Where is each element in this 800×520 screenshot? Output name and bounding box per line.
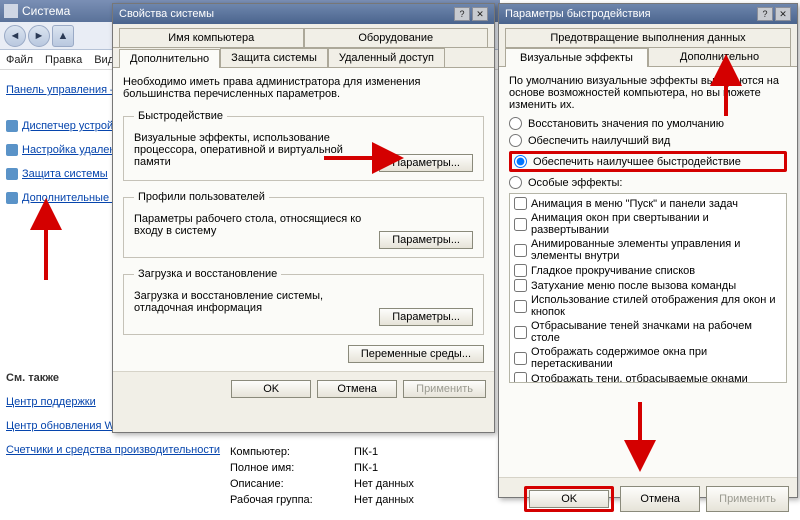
close-button[interactable]: ✕ (472, 7, 488, 21)
shield-icon (6, 192, 18, 204)
effect-checkbox-row[interactable]: Анимированные элементы управления и элем… (512, 237, 784, 263)
up-button[interactable]: ▲ (52, 25, 74, 47)
system-icon (4, 4, 18, 18)
tab-computer-name[interactable]: Имя компьютера (119, 28, 304, 47)
effect-label: Затухание меню после вызова команды (531, 280, 736, 292)
performance-legend: Быстродействие (134, 110, 227, 122)
effect-label: Анимация окон при свертывании и разверты… (531, 212, 782, 236)
menu-edit[interactable]: Правка (45, 54, 82, 66)
effect-label: Отображать содержимое окна при перетаски… (531, 346, 782, 370)
performance-settings-button[interactable]: Параметры... (379, 154, 473, 172)
radio-best-performance[interactable]: Обеспечить наилучшее быстродействие (509, 151, 787, 172)
ok-button[interactable]: OK (231, 380, 311, 398)
tab-visual-effects[interactable]: Визуальные эффекты (505, 48, 648, 67)
cancel-button[interactable]: Отмена (317, 380, 397, 398)
effect-checkbox-row[interactable]: Отображать тени, отбрасываемые окнами (512, 371, 784, 383)
forward-button[interactable]: ► (28, 25, 50, 47)
help-button[interactable]: ? (757, 7, 773, 21)
effect-label: Гладкое прокручивание списков (531, 265, 695, 277)
effect-checkbox-row[interactable]: Анимация в меню "Пуск" и панели задач (512, 196, 784, 211)
arrow-annotation-params (322, 148, 392, 171)
effect-checkbox-row[interactable]: Отбрасывание теней значками на рабочем с… (512, 319, 784, 345)
sysprops-title: Свойства системы (119, 8, 214, 20)
help-button[interactable]: ? (454, 7, 470, 21)
perf-titlebar: Параметры быстродействия ?✕ (499, 4, 797, 24)
effect-checkbox[interactable] (514, 197, 527, 210)
radio-restore-defaults[interactable]: Восстановить значения по умолчанию (509, 117, 787, 130)
radio-custom[interactable]: Особые эффекты: (509, 176, 787, 189)
effect-label: Анимированные элементы управления и элем… (531, 238, 782, 262)
close-button[interactable]: ✕ (775, 7, 791, 21)
tab-advanced[interactable]: Дополнительно (119, 49, 220, 68)
effect-checkbox-row[interactable]: Затухание меню после вызова команды (512, 278, 784, 293)
info-value: ПК-1 (354, 462, 378, 474)
system-info: Компьютер: ПК-1 Полное имя: ПК-1 Описание:… (230, 442, 414, 506)
tab-hardware[interactable]: Оборудование (304, 28, 489, 47)
info-label: Компьютер: (230, 446, 340, 458)
effect-checkbox[interactable] (514, 326, 527, 339)
startup-group: Загрузка и восстановление Загрузка и вос… (123, 268, 484, 335)
info-label: Полное имя: (230, 462, 340, 474)
profiles-settings-button[interactable]: Параметры... (379, 231, 473, 249)
effect-label: Анимация в меню "Пуск" и панели задач (531, 198, 738, 210)
effect-checkbox[interactable] (514, 300, 527, 313)
apply-button[interactable]: Применить (706, 486, 789, 512)
perf-intro: По умолчанию визуальные эффекты выбирают… (509, 75, 787, 111)
info-value: Нет данных (354, 494, 414, 506)
effect-checkbox[interactable] (514, 244, 527, 257)
perf-tabs: Предотвращение выполнения данных Визуаль… (499, 24, 797, 67)
cancel-button[interactable]: Отмена (620, 486, 700, 512)
cp-title: Система (22, 4, 70, 18)
effect-checkbox[interactable] (514, 372, 527, 383)
effects-checklist[interactable]: Анимация в меню "Пуск" и панели задач Ани… (509, 193, 787, 383)
arrow-annotation-tab (716, 68, 736, 121)
arrow-annotation-ok (630, 400, 650, 463)
info-value: ПК-1 (354, 446, 378, 458)
shield-icon (6, 168, 18, 180)
profiles-group: Профили пользователей Параметры рабочего… (123, 191, 484, 258)
shield-icon (6, 144, 18, 156)
tab-protection[interactable]: Защита системы (220, 48, 328, 67)
startup-settings-button[interactable]: Параметры... (379, 308, 473, 326)
info-label: Описание: (230, 478, 340, 490)
radio-best-appearance[interactable]: Обеспечить наилучший вид (509, 134, 787, 147)
effect-checkbox[interactable] (514, 352, 527, 365)
admin-note: Необходимо иметь права администратора дл… (123, 76, 484, 100)
effect-checkbox[interactable] (514, 264, 527, 277)
shield-icon (6, 120, 18, 132)
profiles-legend: Профили пользователей (134, 191, 269, 203)
info-value: Нет данных (354, 478, 414, 490)
performance-group: Быстродействие Визуальные эффекты, испол… (123, 110, 484, 181)
info-label: Рабочая группа: (230, 494, 340, 506)
back-button[interactable]: ◄ (4, 25, 26, 47)
effect-label: Отбрасывание теней значками на рабочем с… (531, 320, 782, 344)
sysprops-body: Необходимо иметь права администратора дл… (113, 68, 494, 371)
startup-legend: Загрузка и восстановление (134, 268, 281, 280)
effect-checkbox[interactable] (514, 218, 527, 231)
perf-buttons: OK Отмена Применить (499, 477, 797, 520)
effect-label: Использование стилей отображения для око… (531, 294, 782, 318)
sysprops-tabs-row2: Дополнительно Защита системы Удаленный д… (113, 48, 494, 68)
effect-checkbox-row[interactable]: Анимация окон при свертывании и разверты… (512, 211, 784, 237)
perf-title: Параметры быстродействия (505, 8, 651, 20)
apply-button[interactable]: Применить (403, 380, 486, 398)
effect-checkbox-row[interactable]: Использование стилей отображения для око… (512, 293, 784, 319)
sysprops-titlebar: Свойства системы ?✕ (113, 4, 494, 24)
effect-checkbox[interactable] (514, 279, 527, 292)
tab-remote[interactable]: Удаленный доступ (328, 48, 445, 67)
effect-label: Отображать тени, отбрасываемые окнами (531, 373, 748, 384)
effect-checkbox-row[interactable]: Отображать содержимое окна при перетаски… (512, 345, 784, 371)
tab-advanced[interactable]: Дополнительно (648, 47, 791, 66)
env-vars-button[interactable]: Переменные среды... (348, 345, 484, 363)
sysprops-buttons: OK Отмена Применить (113, 371, 494, 406)
system-properties-dialog: Свойства системы ?✕ Имя компьютера Обору… (112, 3, 495, 433)
arrow-annotation-left (36, 212, 56, 285)
effect-checkbox-row[interactable]: Гладкое прокручивание списков (512, 263, 784, 278)
tab-dep[interactable]: Предотвращение выполнения данных (505, 28, 791, 48)
sysprops-tabs-row1: Имя компьютера Оборудование (113, 24, 494, 48)
menu-file[interactable]: Файл (6, 54, 33, 66)
ok-button[interactable]: OK (529, 490, 609, 508)
